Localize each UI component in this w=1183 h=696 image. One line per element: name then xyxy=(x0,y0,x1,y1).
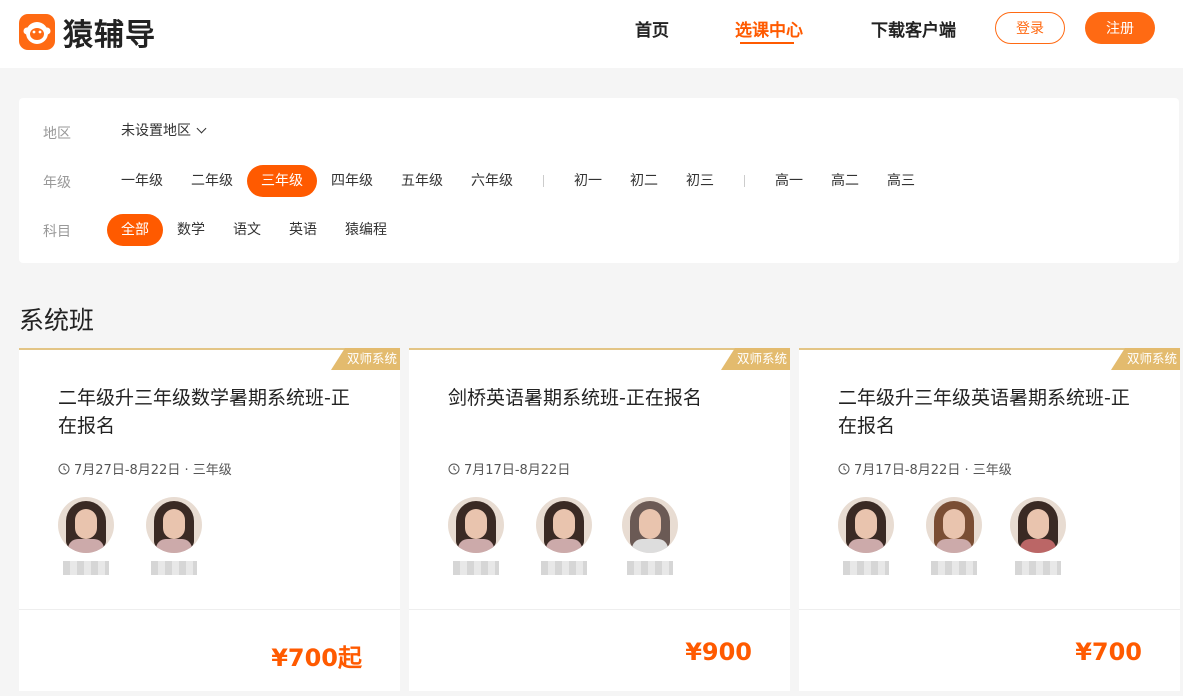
clock-icon xyxy=(448,463,460,474)
course-price: ¥900 xyxy=(685,638,752,666)
teacher-name xyxy=(931,561,977,575)
teacher-avatar[interactable] xyxy=(622,497,678,575)
subject-option-english[interactable]: 英语 xyxy=(289,214,317,246)
nav-course-center[interactable]: 选课中心 xyxy=(735,16,803,41)
avatar xyxy=(926,497,982,553)
dual-teacher-tag: 双师系统 xyxy=(1110,348,1180,370)
course-card[interactable]: 双师系统 二年级升三年级数学暑期系统班-正在报名 7月27日-8月22日 · 三… xyxy=(19,348,400,691)
grade-option-senior-1[interactable]: 高一 xyxy=(775,165,803,197)
teacher-avatar[interactable] xyxy=(1010,497,1066,575)
grade-option-2[interactable]: 二年级 xyxy=(191,165,233,197)
course-title[interactable]: 二年级升三年级英语暑期系统班-正在报名 xyxy=(838,384,1148,440)
grade-option-junior-3[interactable]: 初三 xyxy=(686,165,714,197)
course-price: ¥700 xyxy=(1075,638,1142,666)
course-price: ¥700起 xyxy=(271,644,362,672)
region-label: 地区 xyxy=(43,126,71,142)
course-meta: 7月17日-8月22日 · 三年级 xyxy=(838,459,1012,478)
grade-label: 年级 xyxy=(43,175,71,191)
teacher-name xyxy=(453,561,499,575)
grade-separator xyxy=(543,175,544,187)
grade-separator xyxy=(744,175,745,187)
course-date: 7月27日-8月22日 · 三年级 xyxy=(74,463,232,478)
grade-option-1[interactable]: 一年级 xyxy=(121,165,163,197)
dual-teacher-tag: 双师系统 xyxy=(720,348,790,370)
nav-home[interactable]: 首页 xyxy=(635,16,669,41)
logo[interactable]: 猿辅导 xyxy=(19,10,156,54)
dual-teacher-tag: 双师系统 xyxy=(330,348,400,370)
teacher-avatar[interactable] xyxy=(838,497,894,575)
teacher-name xyxy=(63,561,109,575)
course-meta: 7月27日-8月22日 · 三年级 xyxy=(58,459,232,478)
clock-icon xyxy=(58,463,70,474)
card-divider xyxy=(409,609,790,610)
avatar xyxy=(622,497,678,553)
teacher-name xyxy=(1015,561,1061,575)
region-dropdown[interactable]: 未设置地区 xyxy=(121,115,207,147)
grade-option-4[interactable]: 四年级 xyxy=(331,165,373,197)
avatar xyxy=(146,497,202,553)
nav-download-client[interactable]: 下载客户端 xyxy=(871,16,956,41)
teacher-name xyxy=(541,561,587,575)
monkey-logo-icon xyxy=(19,14,55,50)
chevron-down-icon xyxy=(196,123,207,134)
course-card[interactable]: 双师系统 剑桥英语暑期系统班-正在报名 7月17日-8月22日 ¥900 xyxy=(409,348,790,691)
course-title[interactable]: 二年级升三年级数学暑期系统班-正在报名 xyxy=(58,384,368,440)
avatar xyxy=(1010,497,1066,553)
avatar xyxy=(838,497,894,553)
subject-label: 科目 xyxy=(43,224,71,240)
course-date: 7月17日-8月22日 xyxy=(464,463,571,478)
course-date: 7月17日-8月22日 · 三年级 xyxy=(854,463,1012,478)
course-title[interactable]: 剑桥英语暑期系统班-正在报名 xyxy=(448,384,758,412)
card-divider xyxy=(799,609,1180,610)
avatar xyxy=(448,497,504,553)
subject-option-all-selected[interactable]: 全部 xyxy=(107,214,163,246)
teacher-avatar[interactable] xyxy=(926,497,982,575)
card-divider xyxy=(19,609,400,610)
grade-option-senior-2[interactable]: 高二 xyxy=(831,165,859,197)
grade-option-junior-1[interactable]: 初一 xyxy=(574,165,602,197)
avatar xyxy=(536,497,592,553)
teacher-avatar[interactable] xyxy=(536,497,592,575)
login-button[interactable]: 登录 xyxy=(995,12,1065,44)
clock-icon xyxy=(838,463,850,474)
subject-option-math[interactable]: 数学 xyxy=(177,214,205,246)
avatar xyxy=(58,497,114,553)
grade-option-junior-2[interactable]: 初二 xyxy=(630,165,658,197)
teacher-name xyxy=(843,561,889,575)
grade-option-3-selected[interactable]: 三年级 xyxy=(247,165,317,197)
subject-option-coding[interactable]: 猿编程 xyxy=(345,214,387,246)
subject-option-chinese[interactable]: 语文 xyxy=(233,214,261,246)
teacher-name xyxy=(151,561,197,575)
region-value: 未设置地区 xyxy=(121,123,191,139)
course-card[interactable]: 双师系统 二年级升三年级英语暑期系统班-正在报名 7月17日-8月22日 · 三… xyxy=(799,348,1180,691)
grade-option-6[interactable]: 六年级 xyxy=(471,165,513,197)
filter-panel: 地区 未设置地区 年级 一年级 二年级 三年级 四年级 五年级 六年级 初一 初… xyxy=(19,98,1179,263)
grade-option-senior-3[interactable]: 高三 xyxy=(887,165,915,197)
brand-name: 猿辅导 xyxy=(63,18,156,53)
grade-option-5[interactable]: 五年级 xyxy=(401,165,443,197)
register-button[interactable]: 注册 xyxy=(1085,12,1155,44)
teacher-avatar[interactable] xyxy=(146,497,202,575)
teacher-avatar[interactable] xyxy=(58,497,114,575)
teacher-avatar[interactable] xyxy=(448,497,504,575)
nav-active-underline xyxy=(740,42,794,44)
section-title: 系统班 xyxy=(19,306,95,335)
top-header: 猿辅导 首页 选课中心 下载客户端 登录 注册 xyxy=(0,0,1183,68)
teacher-name xyxy=(627,561,673,575)
course-meta: 7月17日-8月22日 xyxy=(448,459,570,478)
